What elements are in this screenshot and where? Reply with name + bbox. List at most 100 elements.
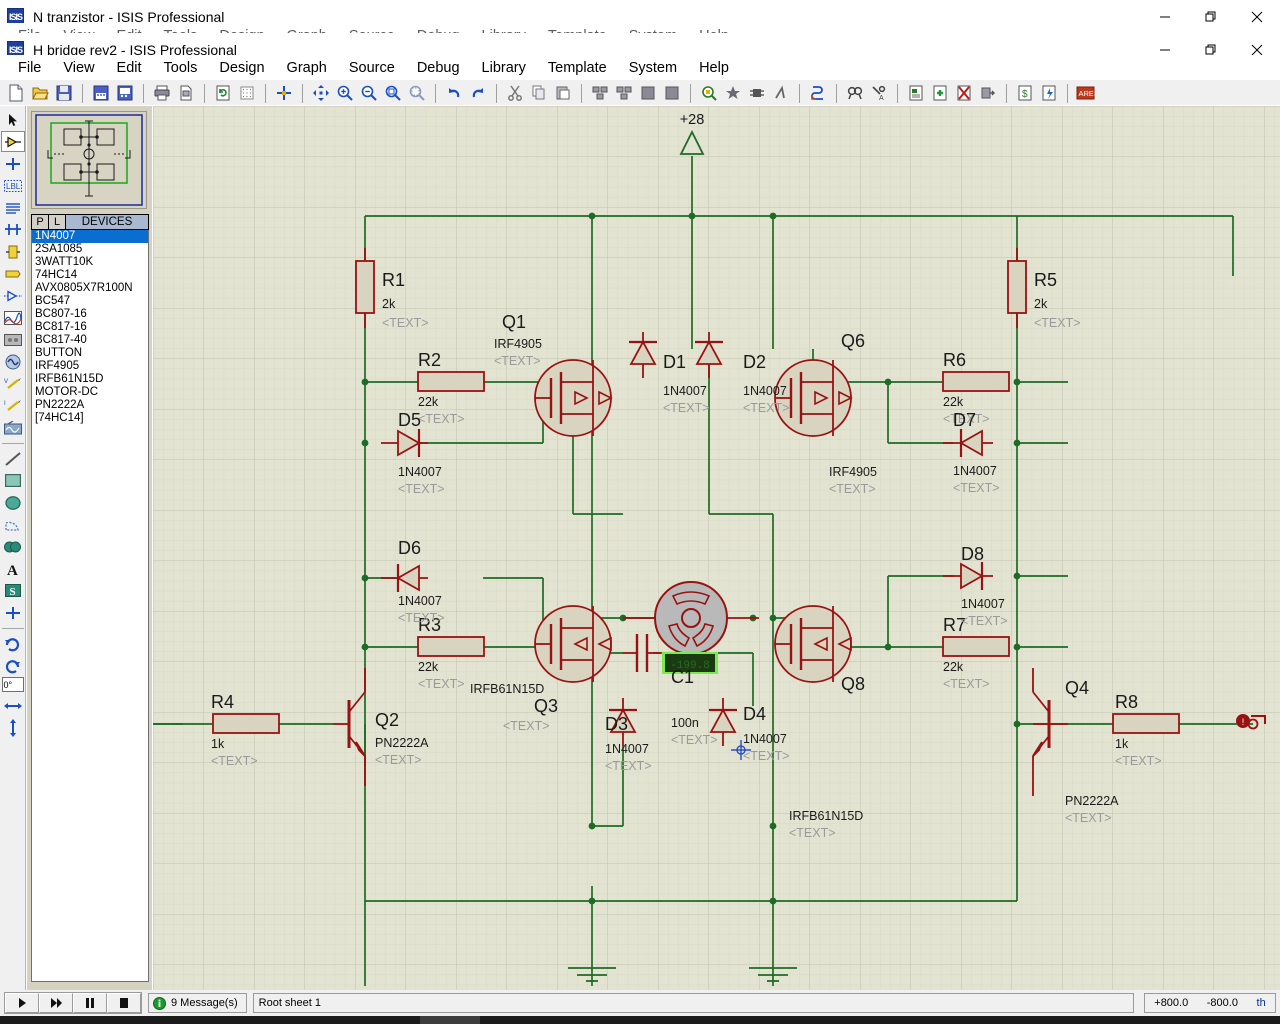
list-item[interactable]: BC817-16 [32,321,148,334]
schematic-canvas[interactable]: +28 -199.8 ! R1 2k <TEXT> R2 22k <TEXT> … [153,106,1280,990]
zoom-out-icon[interactable] [357,82,380,104]
toggle-grid-icon[interactable] [235,82,258,104]
block-copy-icon[interactable] [588,82,611,104]
pan-icon[interactable] [309,82,332,104]
block-rotate-icon[interactable] [636,82,659,104]
component-icon[interactable] [0,131,25,152]
paste-icon[interactable] [551,82,574,104]
list-item[interactable]: AVX0805X7R100N [32,282,148,295]
mirror-vertical-icon[interactable] [1,717,25,738]
list-item[interactable]: 74HC14 [32,269,148,282]
cut-icon[interactable] [503,82,526,104]
circle-icon[interactable] [1,492,25,513]
zoom-area-icon[interactable] [405,82,428,104]
subcircuit-icon[interactable] [1,241,25,262]
list-item[interactable]: BC817-40 [32,334,148,347]
pick-device-icon[interactable] [697,82,720,104]
menu-template[interactable]: Template [537,58,618,78]
play-button[interactable] [5,993,39,1013]
copy-icon[interactable] [527,82,550,104]
list-item[interactable]: 3WATT10K [32,256,148,269]
list-item[interactable]: IRF4905 [32,360,148,373]
menu-edit[interactable]: Edit [106,58,153,78]
netlist-ares-icon[interactable]: ARES [1074,82,1097,104]
bus-icon[interactable] [1,219,25,240]
bill-of-materials-icon[interactable]: $ [1013,82,1036,104]
make-device-icon[interactable] [721,82,744,104]
closed-path-icon[interactable] [1,536,25,557]
tab-p[interactable]: P [31,214,48,230]
taskbar-active-item[interactable] [420,1016,480,1024]
step-button[interactable] [39,993,73,1013]
export-section-icon[interactable] [113,82,136,104]
terminal-icon[interactable] [1,263,25,284]
letter-a-icon[interactable]: A [1,558,25,579]
pause-button[interactable] [73,993,107,1013]
list-item[interactable]: BC807-16 [32,308,148,321]
search-tag-icon[interactable] [843,82,866,104]
list-item[interactable]: MOTOR-DC [32,386,148,399]
menu-view[interactable]: View [52,58,105,78]
open-file-icon[interactable] [28,82,51,104]
zoom-in-icon[interactable] [333,82,356,104]
exit-sheet-icon[interactable] [976,82,999,104]
rotation-angle-input[interactable]: 0° [1,677,24,692]
menu-graph[interactable]: Graph [276,58,338,78]
oscilloscope-icon[interactable] [1,417,25,438]
list-item[interactable]: PN2222A [32,399,148,412]
packaging-tool-icon[interactable] [745,82,768,104]
text-script-icon[interactable] [1,197,25,218]
rectangle-icon[interactable] [1,470,25,491]
wire-autorouter-icon[interactable] [806,82,829,104]
print-area-icon[interactable] [174,82,197,104]
decompose-icon[interactable] [769,82,792,104]
arrow-cursor-icon[interactable] [1,109,25,130]
menu-library[interactable]: Library [471,58,537,78]
message-indicator[interactable]: 9 Message(s) [148,993,247,1013]
list-item[interactable]: 1N4007 [32,230,148,243]
refresh-display-icon[interactable] [211,82,234,104]
new-sheet-icon[interactable] [928,82,951,104]
import-section-icon[interactable] [89,82,112,104]
new-file-icon[interactable] [4,82,27,104]
block-move-icon[interactable] [612,82,635,104]
menu-file[interactable]: File [7,58,52,78]
undo-icon[interactable] [442,82,465,104]
voltage-probe-icon[interactable]: V [1,373,25,394]
label-lbl-icon[interactable]: LBL [1,175,25,196]
device-list[interactable]: 1N4007 2SA1085 3WATT10K 74HC14 AVX0805X7… [31,230,149,982]
design-explorer-icon[interactable] [904,82,927,104]
menu-help[interactable]: Help [688,58,740,78]
menu-debug[interactable]: Debug [406,58,471,78]
graph-icon[interactable] [1,307,25,328]
tab-l[interactable]: L [48,214,65,230]
rotate-clockwise-icon[interactable] [1,633,25,654]
mirror-horizontal-icon[interactable] [1,695,25,716]
symbol-s-icon[interactable]: S [1,580,25,601]
line-icon[interactable] [1,448,25,469]
rotate-counterclockwise-icon[interactable] [1,655,25,676]
origin-marker-icon[interactable] [1,602,25,623]
save-file-icon[interactable] [52,82,75,104]
zoom-all-icon[interactable] [381,82,404,104]
list-item[interactable]: [74HC14] [32,412,148,425]
generator-sine-icon[interactable] [1,351,25,372]
list-item[interactable]: BUTTON [32,347,148,360]
redo-icon[interactable] [466,82,489,104]
print-icon[interactable] [150,82,173,104]
remove-sheet-icon[interactable] [952,82,975,104]
origin-icon[interactable] [272,82,295,104]
menu-design[interactable]: Design [208,58,275,78]
junction-dot-icon[interactable] [1,153,25,174]
list-item[interactable]: IRFB61N15D [32,373,148,386]
menu-system[interactable]: System [618,58,688,78]
device-pin-icon[interactable] [1,285,25,306]
property-assignment-icon[interactable]: A [867,82,890,104]
current-probe-icon[interactable]: I [1,395,25,416]
list-item[interactable]: BC547 [32,295,148,308]
electrical-rule-check-icon[interactable] [1037,82,1060,104]
list-item[interactable]: 2SA1085 [32,243,148,256]
tape-recorder-icon[interactable] [1,329,25,350]
menu-tools[interactable]: Tools [153,58,209,78]
stop-button[interactable] [107,993,141,1013]
